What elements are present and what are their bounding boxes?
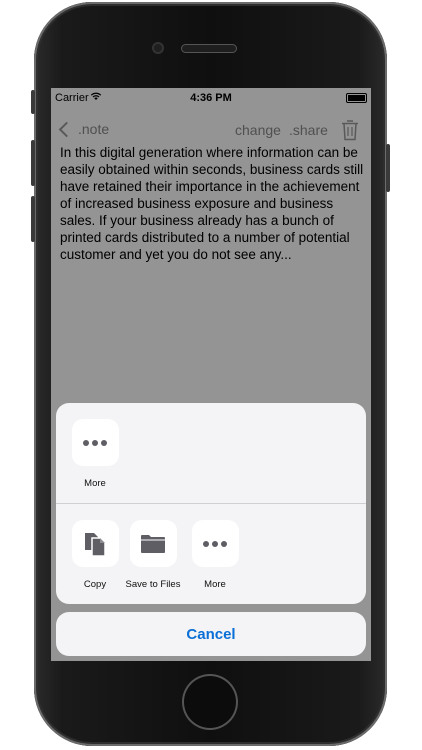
earpiece-speaker xyxy=(181,44,237,53)
home-button[interactable] xyxy=(182,674,238,730)
volume-down-button xyxy=(31,196,35,242)
cancel-button[interactable]: Cancel xyxy=(56,612,366,656)
action-more[interactable]: More xyxy=(178,520,252,590)
folder-icon xyxy=(129,520,177,567)
phone-screen: Carrier 4:36 PM .note change .share In t… xyxy=(51,88,371,661)
volume-up-button xyxy=(31,140,35,186)
share-app-row: More xyxy=(56,403,366,504)
more-icon xyxy=(71,419,119,466)
action-label: More xyxy=(84,478,106,489)
more-icon xyxy=(191,520,239,567)
action-label: More xyxy=(204,579,226,590)
share-sheet: More Copy Save to Files More xyxy=(56,403,366,604)
copy-icon xyxy=(71,520,119,567)
share-action-row: Copy Save to Files More xyxy=(56,504,366,604)
mute-switch xyxy=(31,90,35,114)
front-camera xyxy=(152,42,164,54)
share-app-more[interactable]: More xyxy=(58,419,132,489)
power-button xyxy=(386,144,390,192)
